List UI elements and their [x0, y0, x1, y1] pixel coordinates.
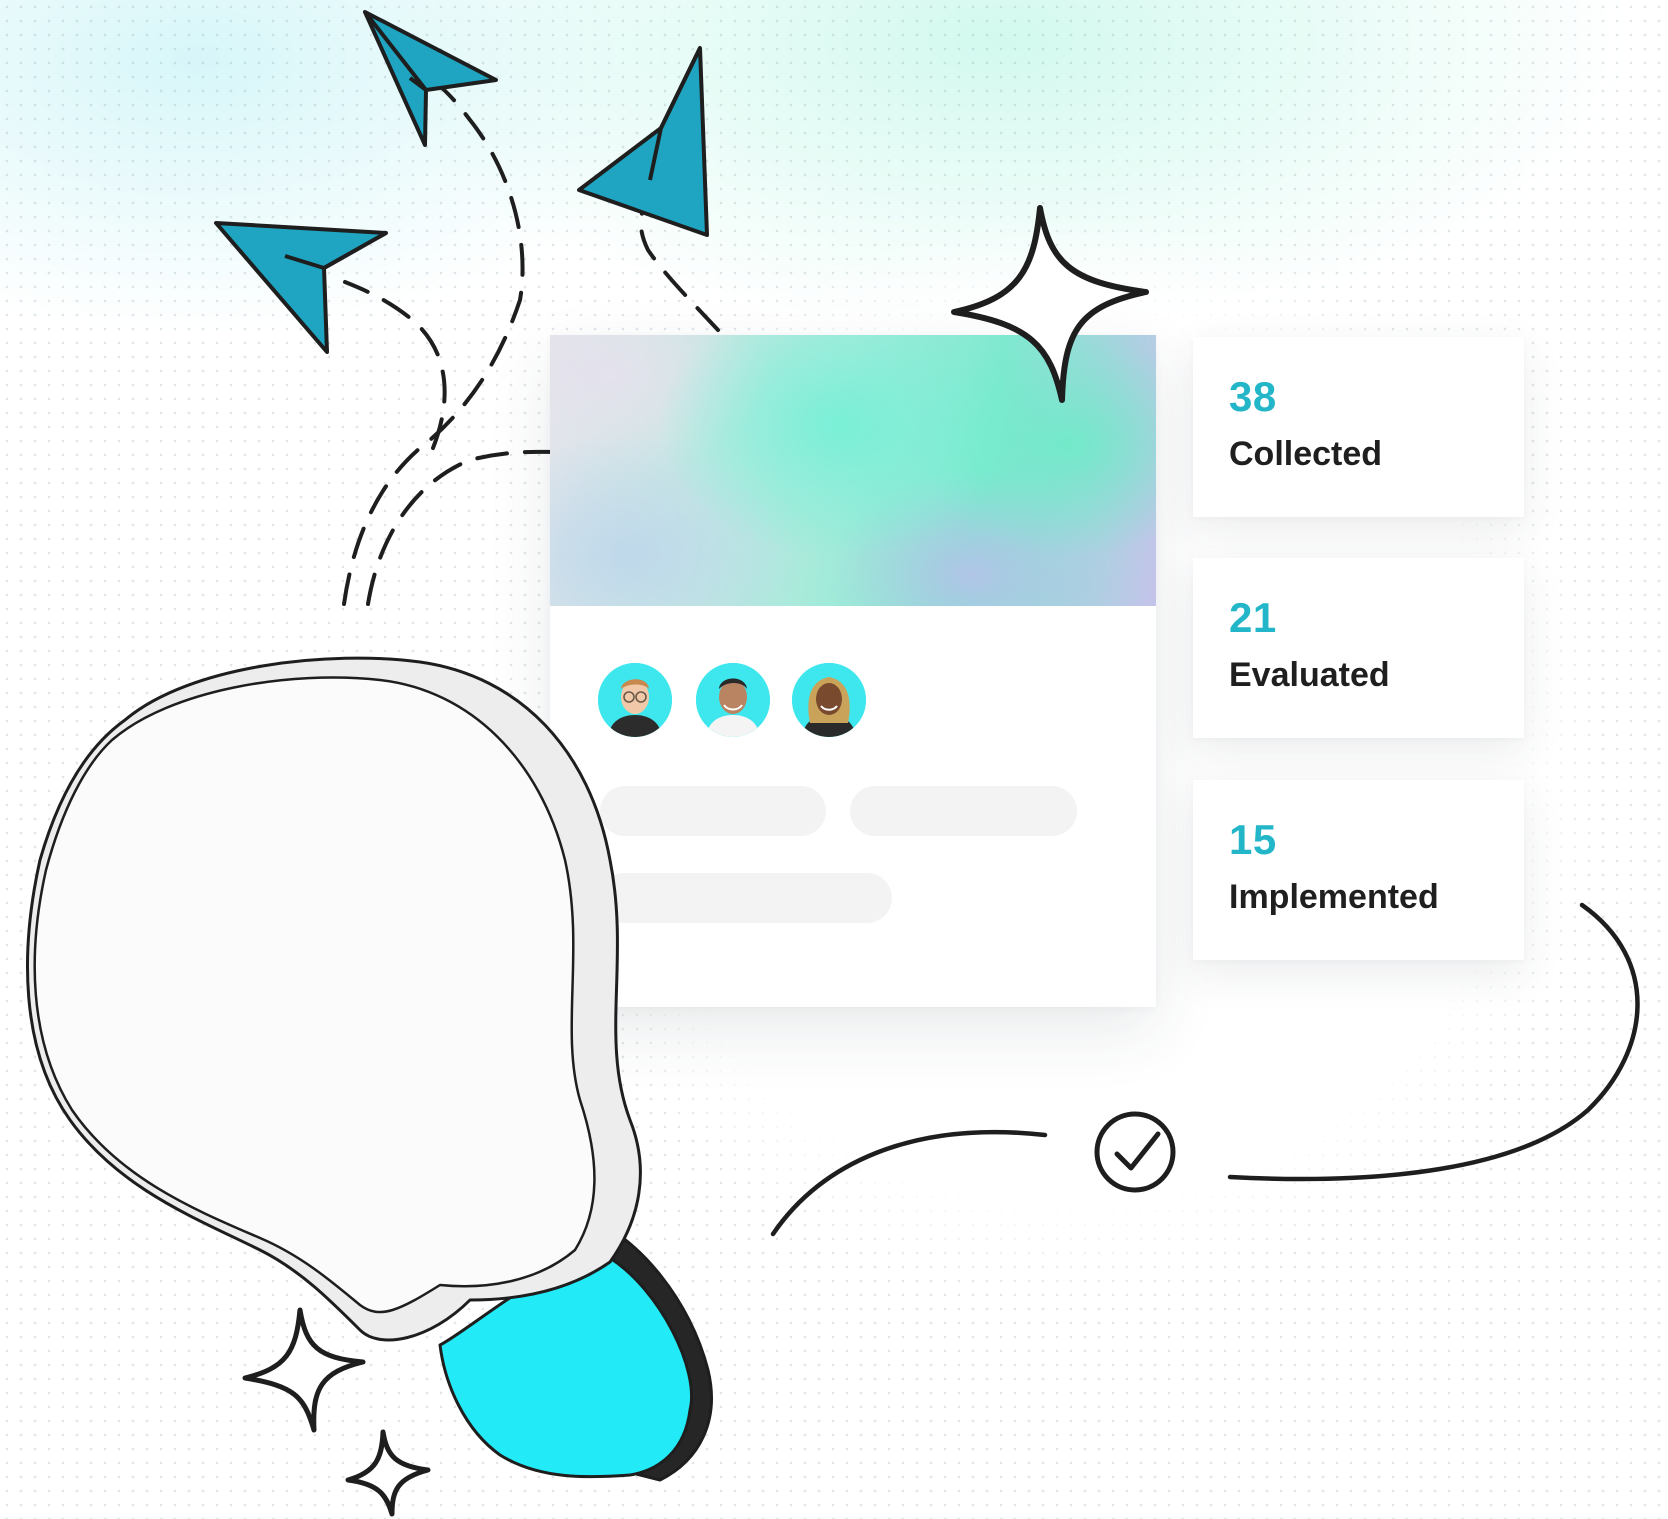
connector-line: [770, 1129, 1048, 1237]
sparkle-icon: [345, 1429, 431, 1517]
sparkle-icon: [242, 1307, 366, 1433]
sparkle-icon: [951, 205, 1149, 403]
lightbulb-icon: [26, 656, 713, 1482]
connector-line: [1227, 902, 1640, 1182]
foreground-illustration: [26, 205, 1640, 1517]
check-circle-icon: [1094, 1111, 1176, 1193]
